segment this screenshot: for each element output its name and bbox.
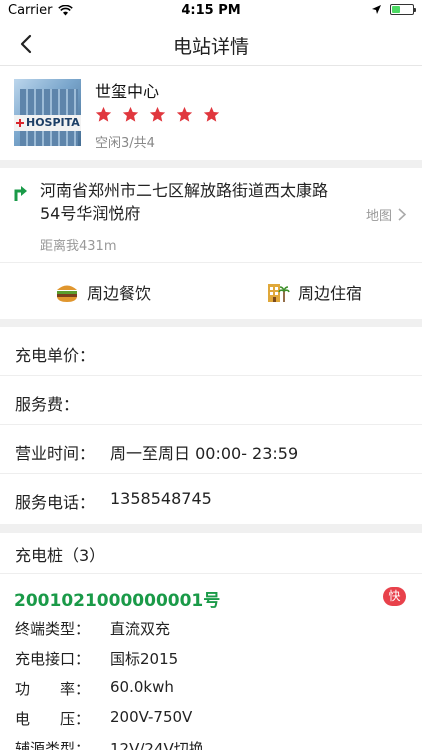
station-name: 世玺中心 [95,82,160,101]
section-divider [0,160,422,168]
address-section[interactable]: 河南省郑州市二七区解放路街道西太康路54号华润悦府 地图 距离我431m [0,168,422,262]
pile-row-value: 12V/24V切换 [110,740,204,750]
chevron-right-icon [398,208,406,221]
service-fee-label: 服务费： [15,395,80,414]
star-icon [203,106,220,122]
pile-connector-row: 充电接口： 国标2015 [15,648,178,669]
pile-row-value: 国标2015 [110,650,179,668]
nearby-food-label: 周边餐饮 [87,283,152,303]
pile-row-label: 充电接口： [15,650,91,668]
pile-row-value: 200V-750V [110,708,193,726]
star-icon [176,106,193,122]
availability-text: 空闲3/共4 [95,136,155,151]
star-icon [149,106,166,122]
star-icon [95,106,112,122]
pile-voltage-row: 电 压： 200V-750V [15,708,192,729]
map-label: 地图 [365,209,392,224]
distance-text: 距离我431m [40,239,117,254]
station-address: 河南省郑州市二七区解放路街道西太康路54号华润悦府 [40,181,329,223]
map-button[interactable]: 地图 [366,205,406,224]
pile-row-label: 辅源类型： [15,740,91,750]
hotel-icon [268,283,290,302]
pile-terminal-type-row: 终端类型： 直流双充 [15,618,170,639]
section-divider [0,524,422,533]
phone-label: 服务电话： [15,493,96,512]
phone-row[interactable]: 服务电话： 1358548745 [0,474,422,523]
pile-row-value: 直流双充 [110,620,171,638]
station-thumbnail: HOSPITA [14,79,81,146]
location-arrow-icon [372,5,381,14]
phone-value[interactable]: 1358548745 [110,489,212,508]
nearby-lodging-button[interactable]: 周边住宿 [266,263,362,320]
pile-row-label: 电 压： [15,710,91,728]
charging-pile-card[interactable]: 2001021000000001号 快 终端类型： 直流双充 充电接口： 国标2… [0,574,422,750]
pile-row-value: 60.0kwh [110,678,174,696]
navigation-turn-icon [14,186,27,201]
navigation-bar: 电站详情 [0,22,422,66]
section-divider [0,319,422,327]
hours-value: 周一至周日 00:00- 23:59 [110,444,299,463]
star-icon [122,106,139,122]
burger-icon [57,285,77,302]
pile-id: 2001021000000001号 [14,591,221,611]
station-summary: HOSPITA 世玺中心 空闲3/共4 [0,66,422,160]
battery-icon [390,4,416,15]
nearby-section: 周边餐饮 周边住宿 [0,262,422,319]
clock: 4:15 PM [181,3,241,18]
service-fee-row: 服务费： [0,376,422,425]
pile-power-row: 功 率： 60.0kwh [15,678,174,699]
page-title: 电站详情 [172,36,249,58]
hours-label: 营业时间： [15,444,96,463]
pile-row-label: 终端类型： [15,620,91,638]
nearby-food-button[interactable]: 周边餐饮 [55,263,151,320]
station-rating [95,106,220,123]
price-label: 充电单价： [15,346,96,365]
hours-row: 营业时间： 周一至周日 00:00- 23:59 [0,425,422,474]
pile-row-label: 功 率： [15,680,91,698]
pile-aux-power-row: 辅源类型： 12V/24V切换 [15,738,204,750]
piles-header: 充电桩（3） [0,533,422,574]
nearby-lodging-label: 周边住宿 [298,283,363,303]
fast-charge-badge: 快 [383,587,406,606]
status-bar: Carrier 4:15 PM [0,0,422,22]
price-row: 充电单价： [0,327,422,376]
red-cross-icon [16,119,24,127]
